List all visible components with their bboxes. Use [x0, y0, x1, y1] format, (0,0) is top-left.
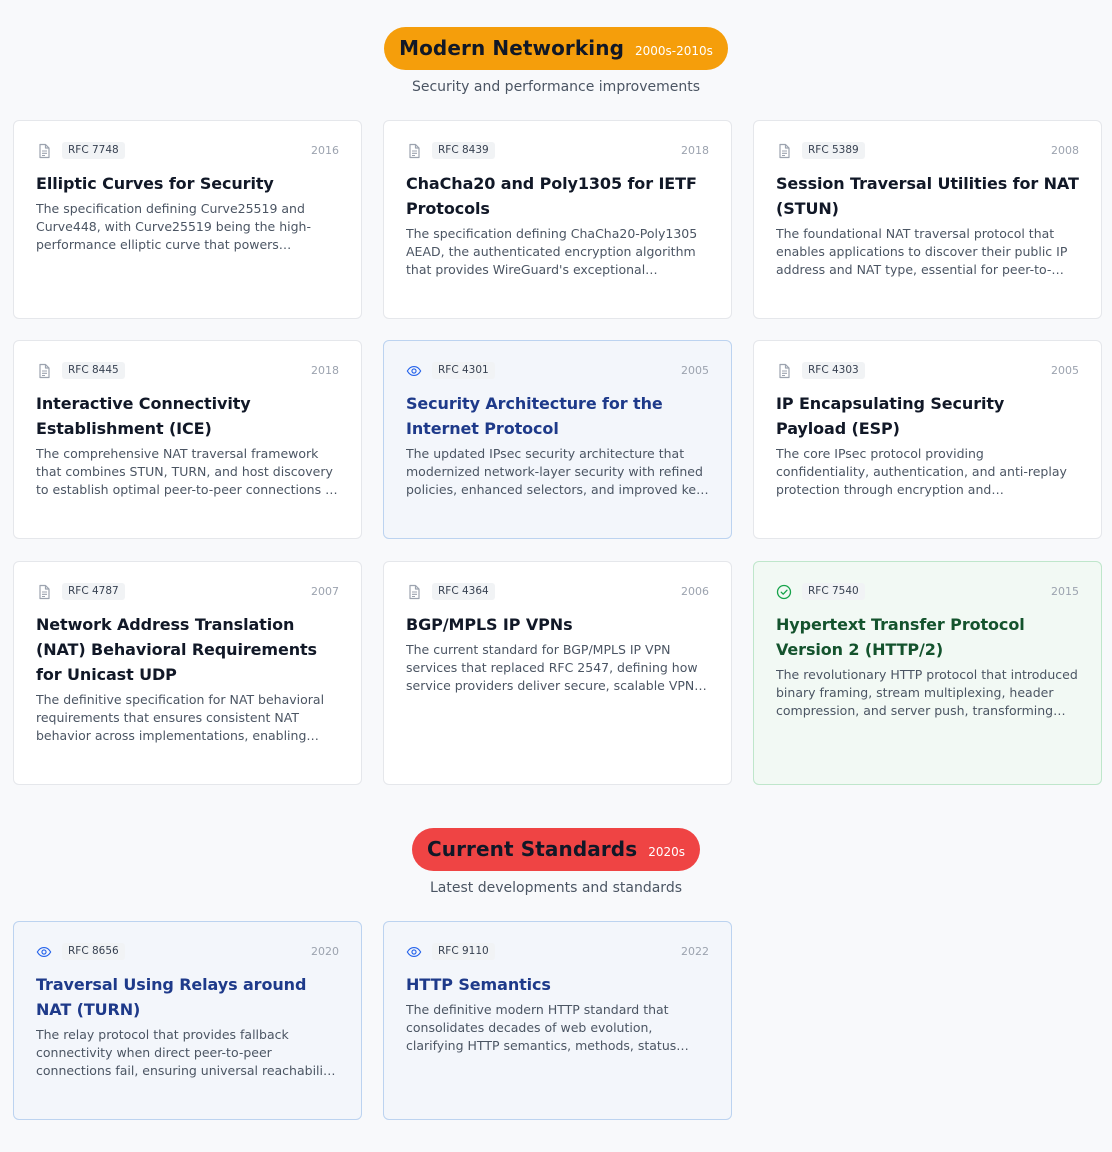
- era-label: 2020s: [648, 845, 686, 859]
- rfc-badge: RFC 5389: [802, 142, 865, 159]
- card-title[interactable]: Traversal Using Relays around NAT (TURN): [36, 972, 339, 1022]
- card-title[interactable]: Hypertext Transfer Protocol Version 2 (H…: [776, 612, 1079, 662]
- era-label: 2000s-2010s: [635, 44, 713, 58]
- rfc-badge: RFC 4301: [432, 362, 495, 379]
- document-icon: [36, 363, 52, 379]
- card-meta: RFC 9110 2022: [406, 943, 709, 960]
- check-circle-icon: [776, 584, 792, 600]
- document-icon: [36, 143, 52, 159]
- card-meta: RFC 4787 2007: [36, 583, 339, 600]
- card-meta: RFC 7540 2015: [776, 583, 1079, 600]
- card-description: The core IPsec protocol providing confid…: [776, 446, 1067, 497]
- year-label: 2005: [681, 364, 709, 377]
- card-title[interactable]: IP Encapsulating Security Payload (ESP): [776, 391, 1079, 441]
- card-description: The revolutionary HTTP protocol that int…: [776, 667, 1078, 718]
- year-label: 2018: [311, 364, 339, 377]
- rfc-card[interactable]: RFC 7748 2016 Elliptic Curves for Securi…: [13, 120, 362, 319]
- card-description: The comprehensive NAT traversal framewor…: [36, 446, 337, 497]
- rfc-badge: RFC 4303: [802, 362, 865, 379]
- card-meta: RFC 4303 2005: [776, 362, 1079, 379]
- card-description: The current standard for BGP/MPLS IP VPN…: [406, 642, 698, 693]
- card-title[interactable]: Security Architecture for the Internet P…: [406, 391, 709, 441]
- rfc-card[interactable]: RFC 9110 2022 HTTP Semantics The definit…: [383, 921, 732, 1120]
- section-title: Modern Networking: [399, 36, 625, 60]
- card-description: The relay protocol that provides fallbac…: [36, 1027, 336, 1078]
- rfc-badge: RFC 8656: [62, 943, 125, 960]
- eye-icon: [406, 944, 422, 960]
- rfc-card[interactable]: RFC 7540 2015 Hypertext Transfer Protoco…: [753, 561, 1102, 785]
- rfc-card[interactable]: RFC 5389 2008 Session Traversal Utilitie…: [753, 120, 1102, 319]
- year-label: 2020: [311, 945, 339, 958]
- year-label: 2008: [1051, 144, 1079, 157]
- rfc-badge: RFC 4364: [432, 583, 495, 600]
- section-header-modern-networking: Modern Networking 2000s-2010s Security a…: [0, 27, 1112, 95]
- rfc-badge: RFC 7540: [802, 583, 865, 600]
- card-description: The foundational NAT traversal protocol …: [776, 226, 1068, 277]
- year-label: 2016: [311, 144, 339, 157]
- rfc-badge: RFC 7748: [62, 142, 125, 159]
- year-label: 2022: [681, 945, 709, 958]
- year-label: 2006: [681, 585, 709, 598]
- rfc-card[interactable]: RFC 8445 2018 Interactive Connectivity E…: [13, 340, 362, 539]
- eye-icon: [406, 363, 422, 379]
- document-icon: [406, 143, 422, 159]
- card-meta: RFC 4364 2006: [406, 583, 709, 600]
- card-description: The definitive modern HTTP standard that…: [406, 1002, 677, 1053]
- year-label: 2005: [1051, 364, 1079, 377]
- card-title[interactable]: HTTP Semantics: [406, 972, 709, 997]
- card-meta: RFC 4301 2005: [406, 362, 709, 379]
- rfc-badge: RFC 8439: [432, 142, 495, 159]
- section-subtitle: Latest developments and standards: [430, 880, 682, 896]
- era-pill: Modern Networking 2000s-2010s: [384, 27, 728, 70]
- year-label: 2007: [311, 585, 339, 598]
- rfc-badge: RFC 8445: [62, 362, 125, 379]
- document-icon: [776, 363, 792, 379]
- document-icon: [776, 143, 792, 159]
- rfc-card[interactable]: RFC 4301 2005 Security Architecture for …: [383, 340, 732, 539]
- section-title: Current Standards: [426, 837, 638, 861]
- card-meta: RFC 7748 2016: [36, 142, 339, 159]
- card-title[interactable]: BGP/MPLS IP VPNs: [406, 612, 709, 637]
- section-header-current-standards: Current Standards 2020s Latest developme…: [0, 828, 1112, 896]
- rfc-badge: RFC 9110: [432, 943, 495, 960]
- year-label: 2015: [1051, 585, 1079, 598]
- section-subtitle: Security and performance improvements: [411, 79, 701, 95]
- document-icon: [406, 584, 422, 600]
- card-title[interactable]: Interactive Connectivity Establishment (…: [36, 391, 339, 441]
- card-description: The specification defining ChaCha20-Poly…: [406, 226, 698, 277]
- card-meta: RFC 5389 2008: [776, 142, 1079, 159]
- era-pill: Current Standards 2020s: [411, 828, 701, 871]
- card-title[interactable]: Elliptic Curves for Security: [36, 171, 339, 196]
- year-label: 2018: [681, 144, 709, 157]
- card-title[interactable]: Network Address Translation (NAT) Behavi…: [36, 612, 339, 687]
- eye-icon: [36, 944, 52, 960]
- rfc-card[interactable]: RFC 8656 2020 Traversal Using Relays aro…: [13, 921, 362, 1120]
- card-description: The specification defining Curve25519 an…: [36, 201, 311, 252]
- card-description: The updated IPsec security architecture …: [406, 446, 704, 497]
- rfc-card[interactable]: RFC 4303 2005 IP Encapsulating Security …: [753, 340, 1102, 539]
- card-meta: RFC 8656 2020: [36, 943, 339, 960]
- card-title[interactable]: Session Traversal Utilities for NAT (STU…: [776, 171, 1079, 221]
- rfc-card[interactable]: RFC 4364 2006 BGP/MPLS IP VPNs The curre…: [383, 561, 732, 785]
- rfc-badge: RFC 4787: [62, 583, 125, 600]
- card-meta: RFC 8439 2018: [406, 142, 709, 159]
- rfc-card[interactable]: RFC 8439 2018 ChaCha20 and Poly1305 for …: [383, 120, 732, 319]
- rfc-card[interactable]: RFC 4787 2007 Network Address Translatio…: [13, 561, 362, 785]
- card-title[interactable]: ChaCha20 and Poly1305 for IETF Protocols: [406, 171, 709, 221]
- document-icon: [36, 584, 52, 600]
- card-meta: RFC 8445 2018: [36, 362, 339, 379]
- card-description: The definitive specification for NAT beh…: [36, 692, 325, 743]
